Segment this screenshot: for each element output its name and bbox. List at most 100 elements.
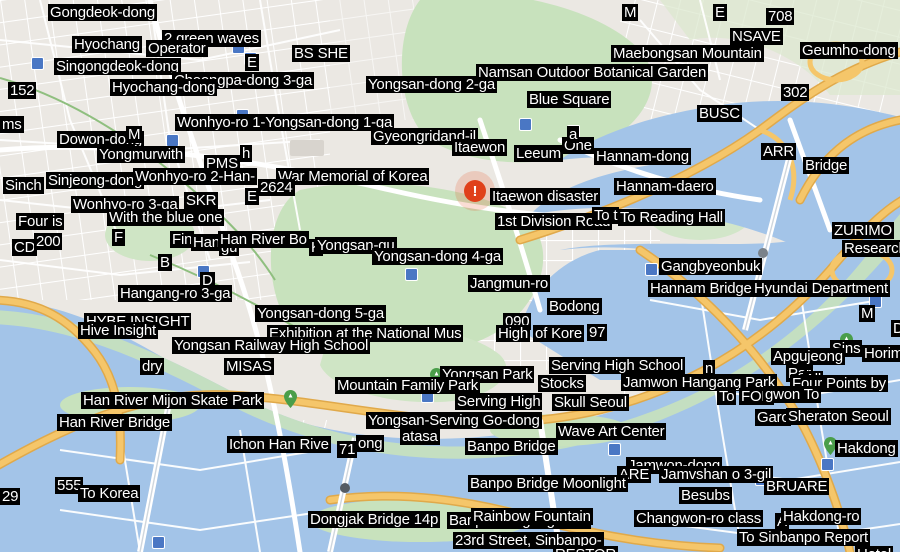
- map-label[interactable]: M: [859, 305, 876, 322]
- map-label[interactable]: BRUARE: [764, 478, 830, 495]
- map-label[interactable]: 29: [0, 488, 21, 505]
- map-label[interactable]: Wave Art Center: [556, 423, 667, 440]
- map-label[interactable]: Hangang-ro 3-ga: [118, 285, 233, 302]
- map-label[interactable]: NSAVE: [730, 28, 783, 45]
- map-label[interactable]: BUSC: [697, 105, 742, 122]
- metro-station-icon[interactable]: [608, 443, 621, 456]
- map-label[interactable]: Hive Insight: [78, 322, 158, 339]
- map-label[interactable]: E: [713, 4, 727, 21]
- map-label[interactable]: High: [496, 325, 531, 342]
- map-label[interactable]: E: [245, 188, 259, 205]
- map-label[interactable]: F: [112, 229, 125, 246]
- map-label[interactable]: dry: [140, 358, 165, 375]
- map-label[interactable]: To t: [592, 207, 620, 224]
- map-label[interactable]: Sheraton Seoul: [786, 408, 891, 425]
- map-label[interactable]: Serving High: [455, 393, 543, 410]
- metro-station-icon[interactable]: [645, 263, 658, 276]
- map-label[interactable]: Banpo Bridge: [465, 438, 558, 455]
- map-label[interactable]: Han River Mijon Skate Park: [81, 392, 265, 409]
- map-canvas[interactable]: ! Gongdeok-dong 2 green waves Hyochang Oper…: [0, 0, 900, 552]
- metro-station-icon[interactable]: [152, 536, 165, 549]
- map-label[interactable]: MISAS: [224, 358, 274, 375]
- map-label[interactable]: h: [240, 145, 253, 162]
- map-label[interactable]: Hakdong: [835, 440, 898, 457]
- map-label[interactable]: To: [717, 388, 737, 405]
- map-label[interactable]: Hannam-daero: [614, 178, 716, 195]
- metro-station-icon[interactable]: [31, 57, 44, 70]
- map-label[interactable]: Hyochang-dong: [110, 79, 218, 96]
- map-label[interactable]: M: [622, 4, 639, 21]
- map-label[interactable]: Mountain Family Park: [335, 377, 481, 394]
- map-label[interactable]: To Sinbanpo Report: [737, 529, 870, 546]
- map-label[interactable]: Horim: [862, 345, 900, 362]
- map-label[interactable]: War Memorial of Korea: [276, 168, 430, 185]
- map-label[interactable]: Geumho-dong: [800, 42, 898, 59]
- map-label[interactable]: Bodong: [547, 298, 602, 315]
- map-label[interactable]: Yongsan-Serving Go-dong: [366, 412, 542, 429]
- map-label[interactable]: atasa: [400, 428, 440, 445]
- map-label[interactable]: 708: [766, 8, 795, 25]
- map-label[interactable]: Blue Square: [527, 91, 612, 108]
- map-label[interactable]: Itaewon disaster: [490, 188, 601, 205]
- map-label[interactable]: Itaewon: [452, 139, 508, 156]
- map-label[interactable]: B: [158, 254, 172, 271]
- map-label[interactable]: Research: [842, 240, 900, 257]
- map-label[interactable]: RESTOR: [553, 546, 619, 552]
- metro-station-icon[interactable]: [519, 118, 532, 131]
- map-label[interactable]: To Reading Hall: [618, 209, 725, 226]
- map-label[interactable]: Jangmun-ro: [468, 275, 551, 292]
- map-label[interactable]: 302: [781, 84, 810, 101]
- map-label[interactable]: Hannam-dong: [594, 148, 691, 165]
- map-label[interactable]: Besubs: [679, 487, 732, 504]
- map-label[interactable]: Singongdeok-dong: [54, 58, 181, 75]
- metro-station-icon[interactable]: [821, 458, 834, 471]
- map-label[interactable]: Maebongsan Mountain: [611, 45, 764, 62]
- park-pin-icon[interactable]: [284, 390, 297, 408]
- map-label[interactable]: Sinjeong-dong: [46, 172, 145, 189]
- map-label[interactable]: Sinch: [3, 177, 44, 194]
- itaewon-disaster-marker[interactable]: !: [455, 171, 495, 211]
- map-label[interactable]: Stocks: [538, 375, 586, 392]
- map-label[interactable]: Apgujeong: [771, 348, 845, 365]
- map-label[interactable]: Jamvshan o 3-gil: [659, 466, 774, 483]
- map-label[interactable]: Wonhyo-ro 2-Han-: [133, 168, 257, 185]
- map-label[interactable]: ms: [0, 116, 24, 133]
- map-label[interactable]: Hyundai Department: [752, 280, 890, 297]
- map-label[interactable]: Wonhyo-ro 1-Yongsan-dong 1-ga: [175, 114, 395, 131]
- map-label[interactable]: of Kore: [533, 325, 584, 342]
- map-label[interactable]: Yongsan-dong 5-ga: [255, 305, 386, 322]
- map-label[interactable]: Han River Bridge: [57, 414, 173, 431]
- map-label[interactable]: D: [891, 320, 900, 337]
- map-label[interactable]: Bridge: [803, 157, 850, 174]
- map-label[interactable]: BS SHE: [292, 45, 350, 62]
- map-label[interactable]: Hyochang: [72, 36, 142, 53]
- map-label[interactable]: With the blue one: [107, 209, 225, 226]
- map-label[interactable]: Skull Seoul: [552, 394, 629, 411]
- map-label[interactable]: Han River Bo: [218, 231, 309, 248]
- map-label[interactable]: 97: [587, 324, 608, 341]
- map-label[interactable]: Yongmurwith: [97, 146, 185, 163]
- map-label[interactable]: Gongdeok-dong: [48, 4, 157, 21]
- map-label[interactable]: 71: [337, 441, 358, 458]
- map-label[interactable]: To Korea: [78, 485, 141, 502]
- map-label[interactable]: SKR: [184, 192, 219, 209]
- map-label[interactable]: Changwon-ro class: [634, 510, 763, 527]
- map-label[interactable]: 200: [34, 233, 63, 250]
- map-label[interactable]: ARR: [761, 143, 797, 160]
- map-label[interactable]: Four is: [16, 213, 65, 230]
- map-label[interactable]: Rainbow Fountain: [471, 508, 593, 525]
- map-label[interactable]: Hakdong-ro: [781, 508, 862, 525]
- map-label[interactable]: Hannam Bridge: [648, 280, 754, 297]
- map-label[interactable]: Dongjak Bridge 14p: [308, 511, 441, 528]
- map-label[interactable]: E: [245, 54, 259, 71]
- map-label[interactable]: ZURIMO: [832, 222, 894, 239]
- map-label[interactable]: 152: [8, 82, 37, 99]
- map-label[interactable]: Leeum: [514, 145, 563, 162]
- map-label[interactable]: Yongsan-dong 4-ga: [372, 248, 503, 265]
- map-label[interactable]: a: [567, 126, 580, 143]
- map-label[interactable]: Serving High School: [549, 357, 686, 374]
- map-label[interactable]: Yongsan Railway High School: [172, 337, 371, 354]
- map-label[interactable]: 2624: [258, 179, 295, 196]
- map-label[interactable]: Gangbyeonbuk: [659, 258, 763, 275]
- map-label[interactable]: gwon To: [763, 386, 822, 403]
